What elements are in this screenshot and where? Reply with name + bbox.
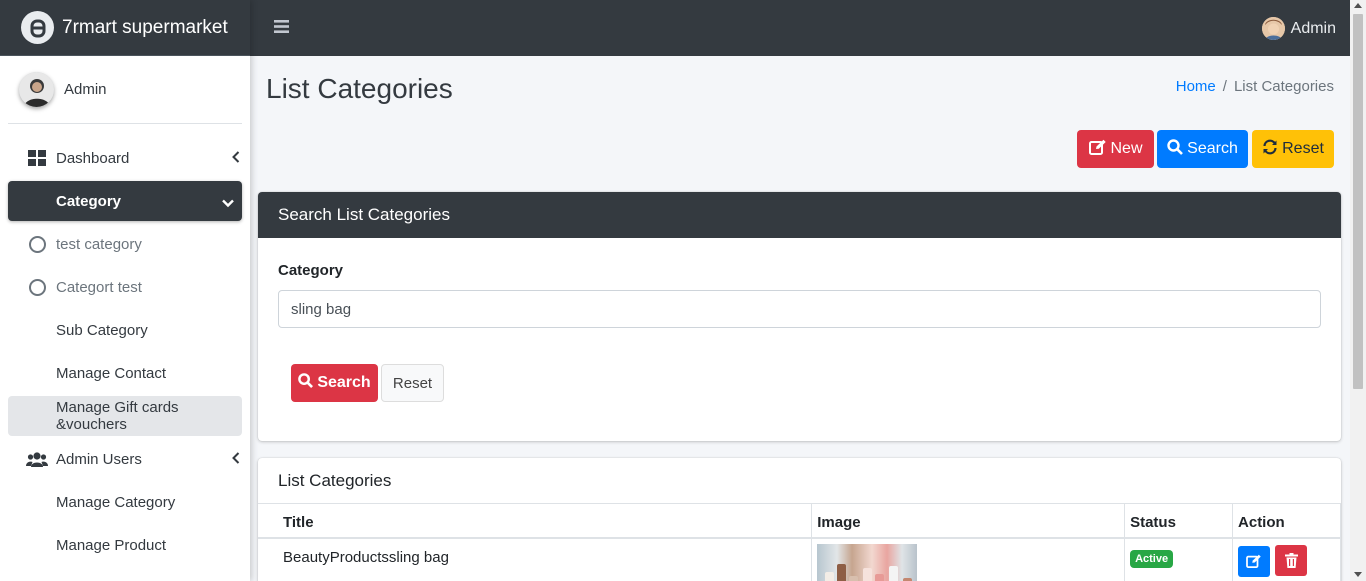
status-badge[interactable]: Active	[1130, 550, 1174, 568]
brand-name: 7rmart supermarket	[62, 16, 228, 38]
form-search-button[interactable]: Search	[291, 364, 378, 402]
search-card-title: Search List Categories	[258, 192, 1341, 238]
page-scrollbar[interactable]	[1350, 0, 1366, 581]
search-icon	[298, 373, 317, 393]
refresh-icon	[1262, 139, 1282, 160]
top-user-menu[interactable]: Admin	[1261, 17, 1336, 40]
users-icon	[26, 451, 48, 467]
avatar	[1261, 17, 1285, 40]
chevron-down-icon	[222, 195, 234, 212]
reset-button-label: Reset	[1282, 140, 1324, 157]
search-card: Search List Categories Category Search R…	[258, 192, 1341, 441]
sidebar-item-label: Manage Product	[56, 536, 167, 554]
sidebar-item-label: Category	[56, 192, 122, 210]
sidebar: 7rmart supermarket Admin Dashboard Categ…	[0, 0, 250, 581]
row-action-cell	[1232, 538, 1341, 581]
sidebar-item-manage-category[interactable]: Manage Category	[8, 482, 242, 522]
column-header-image: Image	[811, 504, 1126, 539]
hamburger-menu-icon[interactable]	[274, 19, 289, 37]
scrollbar-thumb[interactable]	[1353, 14, 1363, 389]
sidebar-item-manage-gift-cards[interactable]: Manage Gift cards &vouchers	[8, 396, 242, 436]
edit-icon	[1246, 554, 1261, 568]
breadcrumb-separator: /	[1222, 78, 1227, 95]
delete-row-button[interactable]	[1275, 545, 1308, 576]
new-button[interactable]: New	[1077, 130, 1154, 168]
edit-row-button[interactable]	[1238, 545, 1271, 577]
sidebar-item-label: Dashboard	[56, 149, 130, 167]
sidebar-item-label: Manage Gift cards &vouchers	[56, 399, 179, 433]
sidebar-item-manage-contact[interactable]: Manage Contact	[8, 353, 242, 393]
circle-icon	[26, 278, 48, 296]
edit-icon	[1088, 139, 1111, 160]
sidebar-item-label: test category	[56, 235, 142, 253]
circle-icon	[26, 235, 48, 253]
sidebar-item-label: Sub Category	[56, 321, 148, 339]
list-card: List Categories Title Image Status Actio…	[258, 458, 1341, 581]
breadcrumb-home-link[interactable]: Home	[1176, 78, 1216, 95]
page-title: List Categories	[266, 73, 453, 104]
table-header-row: Title Image Status Action	[258, 504, 1341, 539]
breadcrumb: Home / List Categories	[1176, 78, 1334, 95]
new-button-label: New	[1110, 140, 1143, 157]
avatar	[19, 72, 54, 107]
brand-logo-icon	[21, 11, 54, 44]
search-button-label: Search	[1187, 140, 1238, 157]
scroll-down-arrow-icon[interactable]	[1354, 572, 1362, 577]
dashboard-icon	[26, 150, 48, 166]
search-icon	[1167, 138, 1187, 160]
sidebar-item-label: Admin Users	[56, 450, 142, 468]
form-reset-button[interactable]: Reset	[381, 364, 444, 402]
form-search-button-label: Search	[317, 374, 371, 391]
category-field-label: Category	[278, 262, 344, 279]
sidebar-item-label: Categort test	[56, 278, 142, 296]
sidebar-item-test-category[interactable]: test category	[8, 224, 242, 264]
scroll-up-arrow-icon[interactable]	[1354, 3, 1362, 8]
sidebar-user-name: Admin	[64, 81, 107, 98]
top-user-name: Admin	[1290, 19, 1336, 37]
brand-link[interactable]: 7rmart supermarket	[0, 0, 250, 56]
search-button[interactable]: Search	[1157, 130, 1248, 168]
sidebar-item-categort-test[interactable]: Categort test	[8, 267, 242, 307]
chevron-left-icon	[232, 150, 240, 167]
sidebar-item-category[interactable]: Category	[8, 181, 242, 221]
row-image-cell	[811, 538, 1126, 581]
sidebar-user-panel[interactable]: Admin	[8, 56, 242, 124]
chevron-left-icon	[232, 451, 240, 468]
category-thumbnail-image	[817, 544, 918, 581]
trash-icon	[1284, 553, 1298, 568]
categories-table: Title Image Status Action BeautyProducts…	[258, 504, 1341, 581]
sidebar-nav: Dashboard Category test category Categor…	[0, 138, 250, 565]
reset-button[interactable]: Reset	[1252, 130, 1334, 168]
breadcrumb-current: List Categories	[1233, 78, 1334, 95]
row-title: BeautyProductssling bag	[258, 538, 813, 581]
column-header-status: Status	[1124, 504, 1234, 539]
sidebar-item-dashboard[interactable]: Dashboard	[8, 138, 242, 178]
sidebar-item-sub-category[interactable]: Sub Category	[8, 310, 242, 350]
top-navbar: Admin	[250, 0, 1350, 56]
column-header-action: Action	[1232, 504, 1341, 539]
sidebar-item-admin-users[interactable]: Admin Users	[8, 439, 242, 479]
row-status-cell: Active	[1124, 538, 1234, 581]
sidebar-item-label: Manage Contact	[56, 364, 167, 382]
sidebar-item-label: Manage Category	[56, 493, 176, 511]
category-search-input[interactable]	[278, 290, 1321, 328]
column-header-title: Title	[258, 504, 813, 539]
table-row: BeautyProductssling bag Active	[258, 538, 1341, 581]
list-card-title: List Categories	[258, 458, 1341, 504]
sidebar-item-manage-product[interactable]: Manage Product	[8, 525, 242, 565]
